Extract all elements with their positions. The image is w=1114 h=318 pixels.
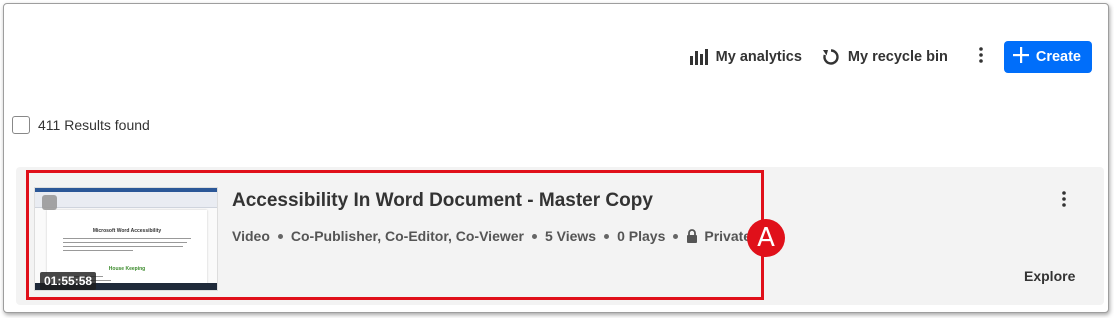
explore-button[interactable]: Explore <box>1024 268 1075 284</box>
entry-card[interactable]: Microsoft Word Accessibility House Keepi… <box>16 167 1104 305</box>
my-recycle-bin-label: My recycle bin <box>847 49 948 65</box>
create-button[interactable]: Create <box>1003 41 1092 73</box>
annotation-highlight-box <box>26 170 764 300</box>
refresh-icon <box>822 48 840 66</box>
my-recycle-bin-button[interactable]: My recycle bin <box>812 40 958 74</box>
page-frame: My analytics My recycle bin Create 411 R… <box>3 3 1109 313</box>
my-analytics-label: My analytics <box>715 49 802 65</box>
results-count: 411 Results found <box>38 117 150 133</box>
vertical-dots-icon <box>1062 190 1066 212</box>
create-label: Create <box>1035 49 1081 65</box>
annotation-badge: A <box>747 219 785 257</box>
bar-chart-icon <box>689 49 708 65</box>
select-all-checkbox[interactable] <box>12 116 30 134</box>
top-toolbar: My analytics My recycle bin Create <box>680 40 1092 74</box>
results-bar: 411 Results found <box>12 116 150 134</box>
my-analytics-button[interactable]: My analytics <box>680 40 812 74</box>
plus-icon <box>1012 47 1029 67</box>
more-options-button[interactable] <box>966 40 996 74</box>
entry-more-options-button[interactable] <box>1052 189 1076 213</box>
vertical-dots-icon <box>979 46 983 68</box>
